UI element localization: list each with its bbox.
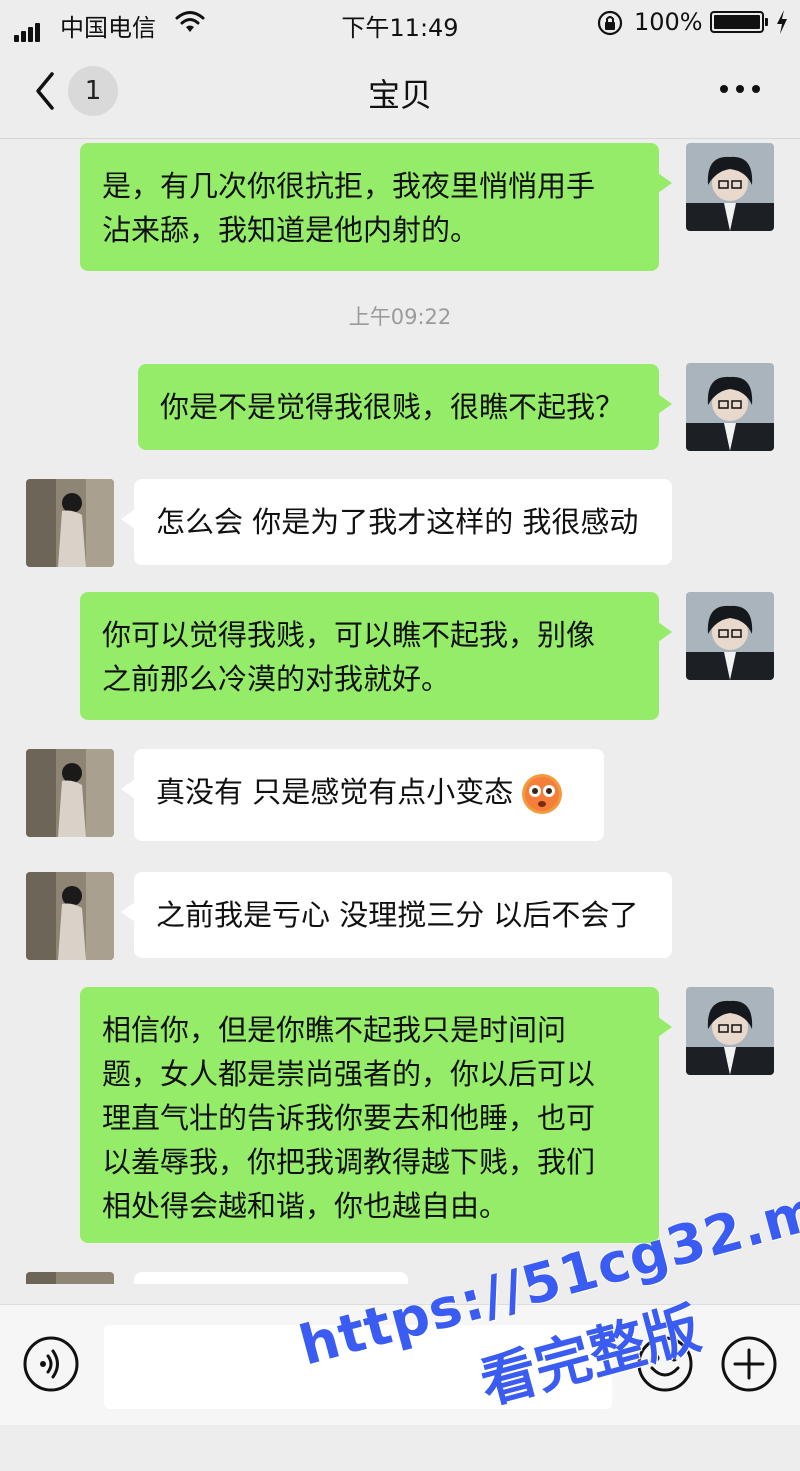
message-line: 真没有 只是感觉有点小变态	[156, 775, 514, 809]
contact-avatar[interactable]	[26, 749, 114, 837]
charging-icon	[777, 10, 787, 34]
battery-tip	[765, 18, 768, 26]
voice-input-icon[interactable]	[22, 1335, 80, 1393]
message-bubble-received-partial[interactable]	[134, 1272, 408, 1284]
chat-area[interactable]: 是，有几次你很抗拒，我夜里悄悄用手 沾来舔，我知道是他内射的。 上午09:22 …	[0, 139, 800, 1284]
message-line: 之前我是亏心 没理搅三分 以后不会了	[156, 898, 639, 932]
message-bubble-sent[interactable]: 你是不是觉得我很贱，很瞧不起我？	[138, 364, 672, 450]
battery-icon	[710, 11, 764, 33]
message-line: 怎么会 你是为了我才这样的 我很感动	[156, 505, 639, 539]
message-line: 你是不是觉得我很贱，很瞧不起我？	[160, 390, 625, 424]
status-bar: 中国电信 下午11:49 100%	[0, 0, 800, 46]
message-line: 沾来舔，我知道是他内射的。	[102, 213, 480, 247]
input-bar	[0, 1304, 800, 1425]
message-line: 理直气壮的告诉我你要去和他睡，也可	[102, 1101, 596, 1135]
my-avatar[interactable]	[686, 363, 774, 451]
message-input[interactable]	[104, 1325, 612, 1409]
battery-percent: 100%	[634, 8, 703, 36]
my-avatar[interactable]	[686, 143, 774, 231]
message-line: 题，女人都是崇尚强者的，你以后可以	[102, 1057, 596, 1091]
message-bubble-sent[interactable]: 相信你，但是你瞧不起我只是时间问 题，女人都是崇尚强者的，你以后可以 理直气壮的…	[80, 987, 672, 1243]
chat-title: 宝贝	[367, 76, 432, 114]
orientation-lock-icon	[597, 10, 623, 36]
message-timestamp: 上午09:22	[348, 305, 452, 329]
emoji-icon[interactable]	[636, 1335, 694, 1393]
message-bubble-received[interactable]: 真没有 只是感觉有点小变态	[121, 749, 604, 841]
contact-avatar[interactable]	[26, 1272, 114, 1284]
my-avatar[interactable]	[686, 592, 774, 680]
nav-bar: 1 宝贝	[0, 46, 800, 139]
plus-circle-icon[interactable]	[720, 1335, 778, 1393]
message-bubble-sent[interactable]: 是，有几次你很抗拒，我夜里悄悄用手 沾来舔，我知道是他内射的。	[80, 143, 672, 271]
message-bubble-received[interactable]: 怎么会 你是为了我才这样的 我很感动	[121, 479, 672, 565]
message-line: 是，有几次你很抗拒，我夜里悄悄用手	[102, 169, 596, 203]
message-line: 之前那么冷漠的对我就好。	[102, 662, 451, 696]
flushed-face-emoji	[522, 774, 563, 814]
message-line: 以羞辱我，你把我调教得越下贱，我们	[102, 1145, 596, 1179]
message-line: 相处得会越和谐，你也越自由。	[102, 1189, 509, 1223]
message-bubble-received[interactable]: 之前我是亏心 没理搅三分 以后不会了	[121, 872, 672, 958]
message-line: 相信你，但是你瞧不起我只是时间问	[102, 1013, 567, 1047]
contact-avatar[interactable]	[26, 872, 114, 960]
more-horizontal-icon[interactable]	[718, 82, 762, 96]
contact-avatar[interactable]	[26, 479, 114, 567]
message-bubble-sent[interactable]: 你可以觉得我贱，可以瞧不起我，别像 之前那么冷漠的对我就好。	[80, 592, 672, 720]
my-avatar[interactable]	[686, 987, 774, 1075]
message-line: 你可以觉得我贱，可以瞧不起我，别像	[102, 618, 596, 652]
message-row: 真没有 只是感觉有点小变态	[156, 770, 582, 815]
